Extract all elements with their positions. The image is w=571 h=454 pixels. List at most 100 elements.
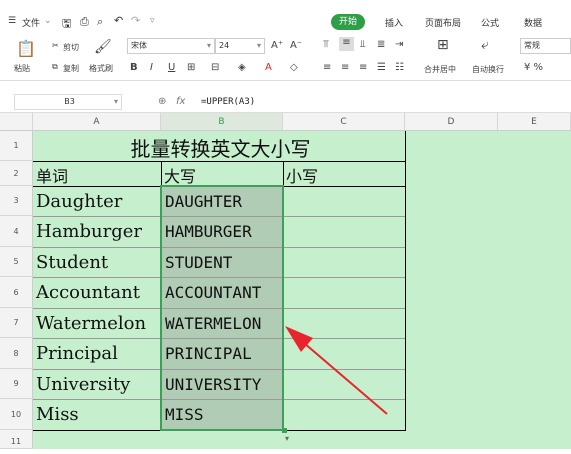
row-header-1[interactable]: 1 <box>0 131 33 161</box>
copy-icon[interactable]: ⧉ <box>52 62 58 72</box>
merge-center-icon[interactable]: ⊞ <box>437 37 449 53</box>
header-c[interactable]: 小写 <box>283 163 405 187</box>
chevron-down-icon[interactable]: ⌄ <box>44 16 52 26</box>
cell-a5[interactable]: Student <box>33 252 161 273</box>
cell-b9[interactable]: UNIVERSITY <box>162 375 282 394</box>
fx-icon[interactable]: fx <box>176 96 185 107</box>
tab-page-layout[interactable]: 页面布局 <box>425 16 461 29</box>
quick-access-dropdown-icon[interactable]: ▿ <box>150 16 155 26</box>
arrow-shaft <box>296 336 388 415</box>
align-bottom-icon[interactable]: ⫫ <box>360 39 366 50</box>
cell-a7[interactable]: Watermelon <box>33 313 161 334</box>
cell-b7[interactable]: WATERMELON <box>162 314 282 333</box>
underline-icon[interactable]: U <box>168 62 175 73</box>
column-header-c[interactable]: C <box>283 113 405 131</box>
cell-b6[interactable]: ACCOUNTANT <box>162 283 282 302</box>
justify-icon[interactable]: ☰ <box>377 62 386 73</box>
ribbon: 📋 粘贴 ✂ 剪切 ⧉ 复制 🖌 格式刷 宋体 ▾ 24 ▾ A⁺ A⁻ B I U… <box>0 31 571 81</box>
row-header-9[interactable]: 9 <box>0 369 33 399</box>
increase-font-icon[interactable]: A⁺ <box>271 40 283 51</box>
column-header-a[interactable]: A <box>33 113 161 131</box>
cell-a8[interactable]: Principal <box>33 343 161 364</box>
print-preview-icon[interactable]: ⌕ <box>97 15 103 29</box>
row-header-5[interactable]: 5 <box>0 247 33 277</box>
print-icon[interactable]: ⎙ <box>80 15 89 29</box>
row-header-6[interactable]: 6 <box>0 277 33 308</box>
name-box-value: B3 <box>64 97 75 106</box>
fill-color-icon[interactable]: ⊟ <box>211 62 219 73</box>
autofill-options-icon[interactable]: ▾ <box>285 434 289 443</box>
merge-center-button[interactable]: 合并居中 <box>424 64 456 75</box>
cell-a3[interactable]: Daughter <box>33 191 161 212</box>
row-header-3[interactable]: 3 <box>0 186 33 216</box>
file-menu[interactable]: 文件 <box>22 16 40 29</box>
align-top-icon[interactable]: ⫪ <box>323 39 329 50</box>
column-header-d[interactable]: D <box>405 113 498 131</box>
row-header-11[interactable]: 11 <box>0 430 33 449</box>
header-b[interactable]: 大写 <box>161 163 283 187</box>
indent-icon[interactable]: ⇥ <box>395 39 403 50</box>
row-header-4[interactable]: 4 <box>0 216 33 247</box>
cell-b3[interactable]: DAUGHTER <box>162 192 282 211</box>
distributed-icon[interactable]: ☷ <box>395 62 404 73</box>
header-a[interactable]: 单词 <box>33 163 161 187</box>
paint-bucket-icon[interactable]: ◈ <box>238 62 246 73</box>
formula-bar: B3 ▾ ⊕ fx =UPPER(A3) <box>0 91 571 113</box>
chevron-down-icon: ▾ <box>256 41 261 50</box>
spreadsheet-grid: A B C D E 1 2 3 4 5 6 7 8 9 10 11 批量转换英文… <box>0 113 571 449</box>
cut-button[interactable]: 剪切 <box>63 42 79 53</box>
font-color-icon[interactable]: A <box>265 62 272 73</box>
cell-b8[interactable]: PRINCIPAL <box>162 344 282 363</box>
copy-button[interactable]: 复制 <box>63 63 79 74</box>
select-all-corner[interactable] <box>0 113 33 131</box>
border-icon[interactable]: ⊞ <box>187 62 195 73</box>
hamburger-icon[interactable]: ☰ <box>8 16 16 26</box>
title-cell[interactable]: 批量转换英文大小写 <box>33 133 405 162</box>
cell-a4[interactable]: Hamburger <box>33 221 161 242</box>
cell-a6[interactable]: Accountant <box>33 282 161 303</box>
row-header-7[interactable]: 7 <box>0 308 33 338</box>
clear-format-icon[interactable]: ◇ <box>290 62 298 73</box>
font-size-value: 24 <box>219 41 230 50</box>
number-format-select[interactable]: 常规 <box>520 38 571 54</box>
formula-input[interactable]: =UPPER(A3) <box>201 97 255 107</box>
cell-a9[interactable]: University <box>33 374 161 395</box>
wrap-text-icon[interactable]: ⤶ <box>481 37 489 53</box>
currency-icon[interactable]: ¥ % <box>524 62 543 73</box>
format-painter-icon[interactable]: 🖌 <box>94 39 112 55</box>
wrap-text-button[interactable]: 自动换行 <box>472 64 504 75</box>
font-size-select[interactable]: 24 ▾ <box>215 38 265 54</box>
align-middle-icon[interactable]: ≡ <box>339 37 354 51</box>
cell-b4[interactable]: HAMBURGER <box>162 222 282 241</box>
cell-b10[interactable]: MISS <box>162 405 282 424</box>
zoom-icon[interactable]: ⊕ <box>158 96 166 107</box>
row-header-8[interactable]: 8 <box>0 338 33 369</box>
paste-button[interactable]: 粘贴 <box>14 63 30 74</box>
orientation-icon[interactable]: ≣ <box>377 39 385 50</box>
tab-home[interactable]: 开始 <box>331 14 365 30</box>
cell-b5[interactable]: STUDENT <box>162 253 282 272</box>
name-box[interactable]: B3 ▾ <box>14 94 122 110</box>
align-center-icon[interactable]: ≡ <box>341 62 349 73</box>
bold-icon[interactable]: B <box>130 62 138 73</box>
column-header-e[interactable]: E <box>498 113 571 131</box>
align-left-icon[interactable]: ≡ <box>323 62 331 73</box>
row-header-10[interactable]: 10 <box>0 399 33 430</box>
undo-icon[interactable]: ↶ <box>114 14 123 27</box>
font-name-value: 宋体 <box>131 41 147 50</box>
tab-insert[interactable]: 插入 <box>385 16 403 29</box>
cell-a10[interactable]: Miss <box>33 404 161 425</box>
tab-data[interactable]: 数据 <box>524 16 542 29</box>
redo-icon[interactable]: ↷ <box>131 14 140 27</box>
scissors-icon[interactable]: ✂ <box>52 41 59 50</box>
row-header-2[interactable]: 2 <box>0 161 33 186</box>
decrease-font-icon[interactable]: A⁻ <box>290 40 302 51</box>
fill-handle[interactable] <box>282 428 287 433</box>
tab-formulas[interactable]: 公式 <box>481 16 499 29</box>
format-painter-button[interactable]: 格式刷 <box>89 63 113 74</box>
font-name-select[interactable]: 宋体 ▾ <box>127 38 215 54</box>
paste-icon[interactable]: 📋 <box>16 39 36 58</box>
italic-icon[interactable]: I <box>150 62 153 73</box>
align-right-icon[interactable]: ≡ <box>359 62 367 73</box>
column-header-b[interactable]: B <box>161 113 283 131</box>
